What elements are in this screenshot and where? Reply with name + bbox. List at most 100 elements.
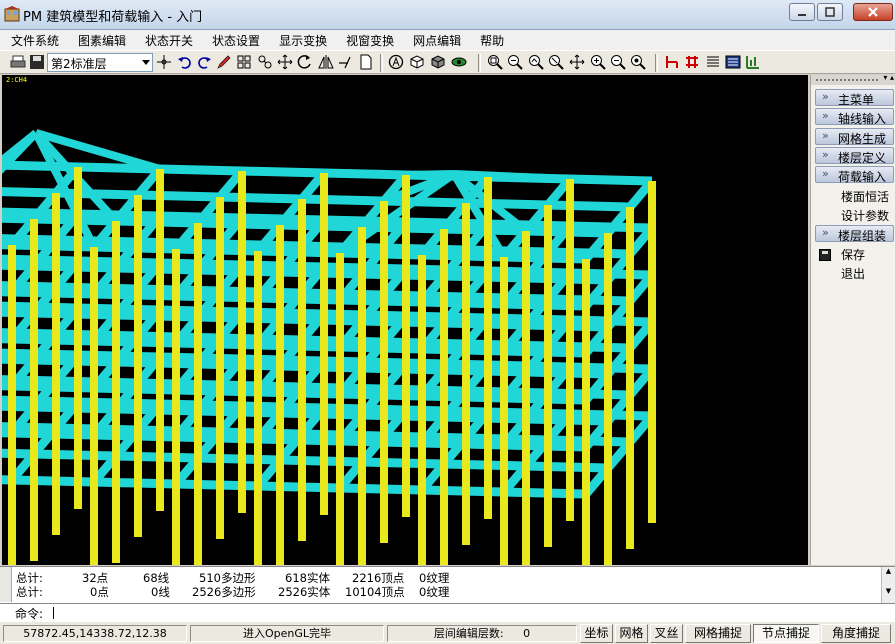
redo-icon[interactable] <box>196 54 212 70</box>
chevron-right-icon: » <box>822 90 829 103</box>
print-icon[interactable] <box>10 54 26 70</box>
minimize-button[interactable] <box>789 3 815 21</box>
floor-edit-value: 0 <box>523 627 531 640</box>
save-icon[interactable] <box>29 54 45 70</box>
load-input-label: 荷载输入 <box>838 170 887 184</box>
offset-icon[interactable] <box>338 54 354 70</box>
right-panel: ▾ ▴ » 主菜单 » 轴线输入 » 网格生成 » 楼层定义 » 荷载输入 楼面… <box>810 73 895 565</box>
main-menu-label: 主菜单 <box>838 93 875 107</box>
menu-node-edit[interactable]: 网点编辑 <box>402 30 469 50</box>
cube-icon[interactable] <box>409 54 425 70</box>
menu-state-settings[interactable]: 状态设置 <box>201 30 268 50</box>
rotate-icon[interactable] <box>297 54 313 70</box>
main-menu-button[interactable]: » 主菜单 <box>815 89 894 107</box>
stats-solids: 2526实体 <box>278 585 331 599</box>
floor-assembly-button[interactable]: » 楼层组装 <box>815 225 894 243</box>
stats-lines: 0线 <box>151 585 170 599</box>
page-icon[interactable] <box>358 54 374 70</box>
floor-dead-live-item[interactable]: 楼面恒活 <box>841 188 889 205</box>
beam <box>465 198 549 210</box>
panel-scroll-icon[interactable]: ▾ ▴ <box>883 73 894 82</box>
beam <box>219 192 303 204</box>
eye-icon[interactable] <box>451 54 467 70</box>
scroll-down-icon[interactable]: ▼ <box>882 587 895 595</box>
design-params-item[interactable]: 设计参数 <box>841 207 889 224</box>
table-icon[interactable] <box>725 54 741 70</box>
menu-element-edit[interactable]: 图素编辑 <box>67 30 134 50</box>
save-item[interactable]: 保存 <box>841 246 865 263</box>
floor-edit-label: 层间编辑层数: <box>433 627 504 640</box>
cube-shade-icon[interactable] <box>430 54 446 70</box>
angle-snap-button[interactable]: 角度捕捉 <box>821 624 891 643</box>
crosshair-icon[interactable] <box>156 54 172 70</box>
zoom-window-icon[interactable] <box>487 54 503 70</box>
undo-icon[interactable] <box>177 54 193 70</box>
toolbar: 第2标准层 <box>0 50 895 74</box>
stats-label: 总计: <box>16 585 43 599</box>
grid-icon[interactable] <box>236 54 252 70</box>
app-icon <box>4 6 20 22</box>
beam-red-icon[interactable] <box>664 54 680 70</box>
viewport-tag: 2:CH4 <box>6 76 28 84</box>
menu-display-transform[interactable]: 显示变换 <box>268 30 335 50</box>
load-input-button[interactable]: » 荷载输入 <box>815 166 894 184</box>
zoom-in-icon[interactable] <box>590 54 606 70</box>
beam <box>2 187 57 198</box>
stats-textures: 0纹理 <box>419 585 450 599</box>
menu-help[interactable]: 帮助 <box>469 30 512 50</box>
panel-header: ▾ ▴ <box>811 73 895 85</box>
menu-view-transform[interactable]: 视窗变换 <box>335 30 402 50</box>
grid-toggle-button[interactable]: 网格 <box>615 624 648 643</box>
floor-define-button[interactable]: » 楼层定义 <box>815 147 894 165</box>
zoom-extent-icon[interactable] <box>630 54 646 70</box>
pan-icon[interactable] <box>569 54 585 70</box>
beam <box>569 174 653 186</box>
zoom-out-icon[interactable] <box>610 54 626 70</box>
column-red-icon[interactable] <box>684 54 700 70</box>
maximize-button[interactable] <box>817 3 843 21</box>
stats-vertices: 10104顶点 <box>345 585 405 599</box>
beam <box>159 164 243 176</box>
zoom-prev-icon[interactable] <box>528 54 544 70</box>
exit-item[interactable]: 退出 <box>841 265 865 282</box>
structure-frame-model <box>2 129 656 565</box>
beam <box>383 196 467 208</box>
floor-select[interactable]: 第2标准层 <box>47 53 153 72</box>
coords-readout: 57872.45,14338.72,12.38 <box>3 625 187 642</box>
title-bar: PM 建筑模型和荷载输入 - 入门 <box>0 0 895 30</box>
grid-generate-button[interactable]: » 网格生成 <box>815 128 894 146</box>
chevron-right-icon: » <box>822 226 829 239</box>
beam <box>547 200 631 212</box>
close-button[interactable] <box>853 3 893 21</box>
circle-a-icon[interactable] <box>388 54 404 70</box>
command-input[interactable]: 命令: <box>0 603 895 621</box>
save-icon <box>819 249 831 261</box>
3d-viewport[interactable]: 2:CH4 <box>2 75 808 565</box>
axis-input-button[interactable]: » 轴线输入 <box>815 108 894 126</box>
minimize-icon <box>798 14 806 16</box>
menu-state-toggle[interactable]: 状态开关 <box>134 30 201 50</box>
link-icon[interactable] <box>257 54 273 70</box>
crosshair-toggle-button[interactable]: 叉丝 <box>650 624 683 643</box>
zoom-all-icon[interactable] <box>507 54 523 70</box>
scroll-up-icon[interactable]: ▲ <box>882 567 895 575</box>
text-caret <box>53 607 54 619</box>
beam <box>323 168 407 180</box>
mirror-icon[interactable] <box>318 54 334 70</box>
command-gutter <box>0 567 12 602</box>
command-scrollbar[interactable]: ▲ ▼ <box>881 567 895 603</box>
node-snap-button[interactable]: 节点捕捉 <box>753 624 819 643</box>
stats-points: 0点 <box>90 585 109 599</box>
grid-snap-button[interactable]: 网格捕捉 <box>685 624 751 643</box>
floor-edit-count: 层间编辑层数: 0 <box>387 625 577 642</box>
stats-polygons: 2526多边形 <box>192 585 256 599</box>
menu-file-system[interactable]: 文件系统 <box>0 30 67 50</box>
chart-icon[interactable] <box>745 54 761 70</box>
move-icon[interactable] <box>277 54 293 70</box>
floor-select-value: 第2标准层 <box>51 57 107 71</box>
pencil-icon[interactable] <box>216 54 232 70</box>
layers-icon[interactable] <box>705 54 721 70</box>
beam <box>301 194 385 206</box>
coord-toggle-button[interactable]: 坐标 <box>580 624 613 643</box>
zoom-real-icon[interactable] <box>548 54 564 70</box>
